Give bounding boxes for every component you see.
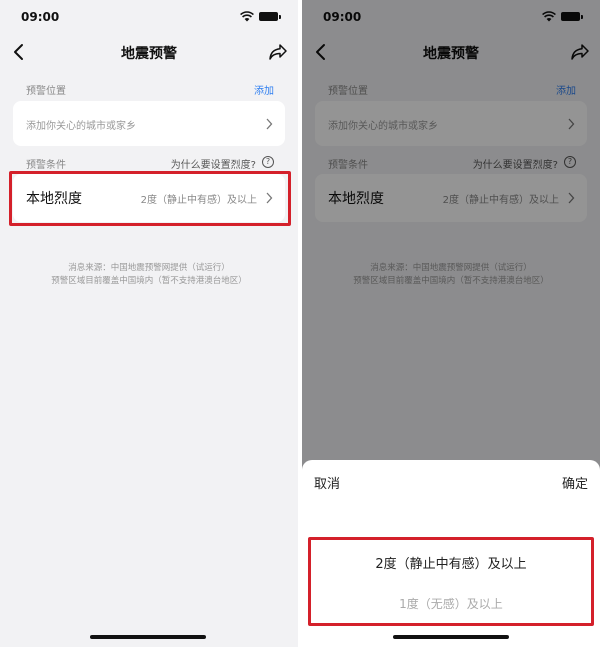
location-section-label: 预警位置 xyxy=(26,86,66,97)
status-bar: 09:00 xyxy=(0,0,298,36)
intensity-picker-sheet: 取消 确定 2度（静止中有感）及以上 1度（无感）及以上 xyxy=(302,460,600,647)
share-icon[interactable] xyxy=(268,43,288,61)
footer-line-source: 消息来源：中国地震预警网提供（试运行） xyxy=(68,263,230,273)
wifi-icon xyxy=(240,11,254,22)
location-card[interactable]: 添加你关心的城市或家乡 xyxy=(13,101,285,146)
footer-note: 消息来源：中国地震预警网提供（试运行） 预警区域目前覆盖中国境内（暂不支持港澳台… xyxy=(0,262,298,288)
chevron-right-icon xyxy=(266,118,273,130)
settings-screen: 09:00 地震预警 预警位置 添加 添加你关心的城市或家乡 预警条件 为什么要… xyxy=(0,0,298,647)
confirm-button[interactable]: 确定 xyxy=(562,473,588,492)
picker-screen: 09:00 地震预警 预警位置 添加 添加你关心的城市或家乡 预警条件 为什么要… xyxy=(302,0,600,647)
battery-icon xyxy=(259,12,281,21)
highlight-box xyxy=(9,171,291,226)
status-time: 09:00 xyxy=(21,10,60,24)
navigation-bar: 地震预警 xyxy=(0,36,298,70)
add-location-button[interactable]: 添加 xyxy=(254,82,274,97)
help-icon[interactable]: ? xyxy=(262,156,274,168)
home-indicator xyxy=(90,635,206,639)
condition-section-label: 预警条件 xyxy=(26,160,66,171)
home-indicator xyxy=(393,635,509,639)
footer-line-coverage: 预警区域目前覆盖中国境内（暂不支持港澳台地区） xyxy=(51,276,247,286)
why-intensity-link[interactable]: 为什么要设置烈度? xyxy=(171,156,256,171)
cancel-button[interactable]: 取消 xyxy=(314,473,340,492)
condition-section-header: 预警条件 为什么要设置烈度? ? xyxy=(0,152,298,172)
location-section-header: 预警位置 添加 xyxy=(0,78,298,98)
page-title: 地震预警 xyxy=(121,46,177,62)
highlight-box xyxy=(308,537,594,626)
location-placeholder: 添加你关心的城市或家乡 xyxy=(26,121,136,132)
